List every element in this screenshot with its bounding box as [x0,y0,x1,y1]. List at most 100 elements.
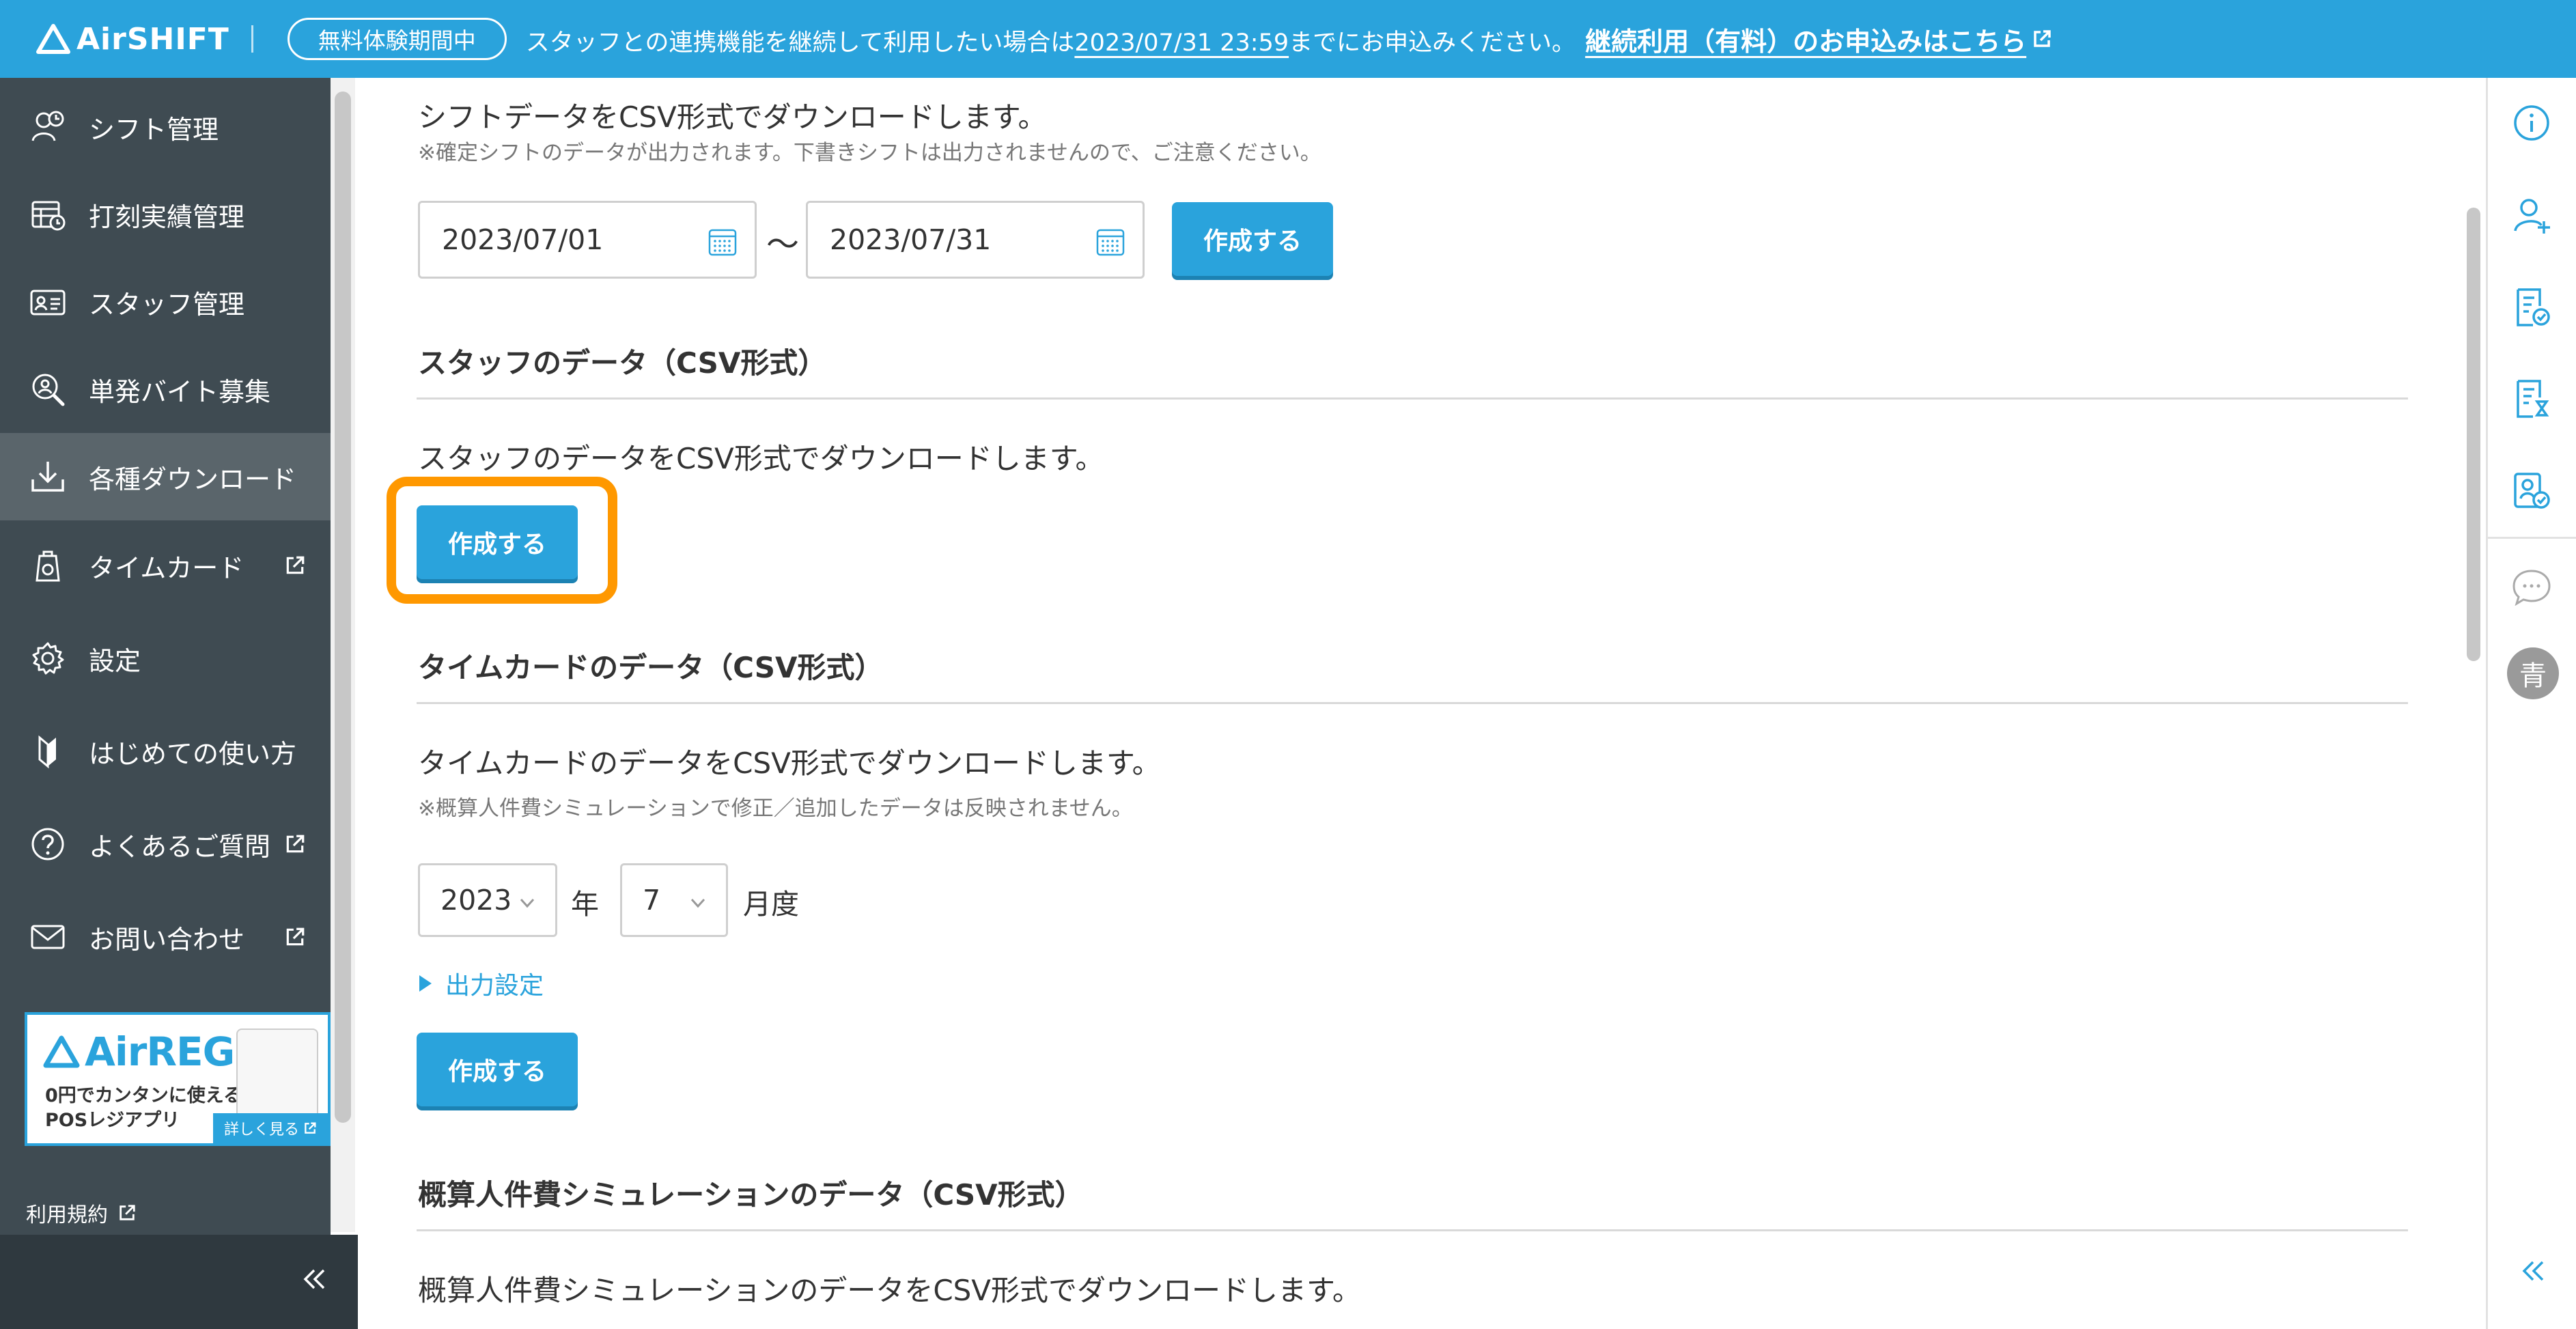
logo-text: AirSHIFT [76,21,229,57]
staff-section-divider [417,397,2408,400]
download-icon [31,462,64,492]
beginner-mark-icon [38,735,56,769]
sidebar-item-label: 各種ダウンロード [89,464,297,494]
airregi-copy-line2: POSレジアプリ [45,1110,180,1131]
right-rail: 青 [2486,78,2576,1329]
sidebar-item-timecard[interactable]: タイムカード [0,522,331,609]
airshift-logo[interactable]: AirSHIFT [36,0,229,78]
collapse-rail-icon[interactable] [2515,1254,2549,1288]
sidebar-item-timestamp[interactable]: 打刻実績管理 [0,171,331,258]
timecard-section-title: タイムカードのデータ（CSV形式） [418,651,884,684]
calendar-icon[interactable] [707,226,738,257]
year-unit: 年 [571,888,599,921]
simulation-section-desc: 概算人件費シミュレーションのデータをCSV形式でダウンロードします。 [418,1274,1361,1307]
external-link-icon [286,927,305,946]
shift-section-note: ※確定シフトのデータが出力されます。下書きシフトは出力されませんので、ご注意くだ… [418,141,1321,165]
sidebar-item-label: 単発バイト募集 [89,376,271,407]
timecard-create-button[interactable]: 作成する [417,1033,578,1106]
question-icon [31,828,64,861]
caret-right-icon [419,975,432,992]
apply-link[interactable]: 継続利用（有料）のお申込みはこちら [1585,20,2052,58]
year-select[interactable]: 2023 [418,863,557,937]
collapse-sidebar-icon[interactable] [296,1262,331,1296]
staff-check-icon[interactable] [2510,468,2553,512]
gear-icon [32,642,64,675]
shift-section-desc: シフトデータをCSV形式でダウンロードします。 [418,100,1047,134]
recruit-search-icon [32,374,65,406]
sidebar-item-label: シフト管理 [89,114,219,145]
simulation-section-divider [417,1229,2408,1231]
sidebar-item-staff[interactable]: スタッフ管理 [0,258,331,346]
terms-link[interactable]: 利用規約 [26,1198,137,1228]
chevron-down-icon [690,898,705,908]
top-banner: AirSHIFT 無料体験期間中 スタッフとの連携機能を継続して利用したい場合は… [0,0,2576,78]
sidebar-item-download[interactable]: 各種ダウンロード [0,433,331,520]
sidebar-item-label: はじめての使い方 [89,738,297,769]
airregi-more-text: 詳しく見る [223,1121,299,1138]
main-scrollbar[interactable] [2467,208,2480,661]
sidebar-item-faq[interactable]: よくあるご質問 [0,800,331,888]
year-select-value: 2023 [440,884,512,917]
timestamp-record-icon [31,201,66,231]
airregi-name: AirREGI [85,1029,249,1075]
external-link-icon [120,1205,135,1220]
trial-badge: 無料体験期間中 [287,18,507,60]
timecard-section-divider [417,702,2408,704]
shift-create-button[interactable]: 作成する [1172,202,1333,276]
rail-divider [2488,537,2576,539]
timecard-icon [36,550,60,582]
external-link-icon [286,835,305,853]
month-select[interactable]: 7 [620,863,728,937]
output-settings-label: 出力設定 [445,972,544,1000]
shift-start-date-input[interactable]: 2023/07/01 [418,201,757,279]
timecard-section-note: ※概算人件費シミュレーションで修正／追加したデータは反映されません。 [418,796,1133,821]
sidebar-item-label: 設定 [89,645,141,676]
sidebar-item-settings[interactable]: 設定 [0,615,331,702]
airregi-promo-banner[interactable]: AirREGI 0円でカンタンに使える POSレジアプリ 詳しく見る [25,1012,331,1146]
end-date-value: 2023/07/31 [830,223,992,256]
sidebar-item-label: タイムカード [89,552,244,583]
simulation-section-title: 概算人件費シミュレーションのデータ（CSV形式） [418,1178,1084,1212]
sidebar-item-label: スタッフ管理 [89,289,245,320]
airregi-more-link[interactable]: 詳しく見る [212,1113,328,1143]
airregi-logo: AirREGI [42,1029,249,1075]
info-icon[interactable] [2510,101,2553,145]
approve-document-icon[interactable] [2510,285,2553,329]
calendar-icon[interactable] [1095,226,1126,257]
sidebar-item-recruit[interactable]: 単発バイト募集 [0,346,331,433]
output-settings-toggle[interactable]: 出力設定 [419,966,544,1001]
user-avatar[interactable]: 青 [2507,647,2559,699]
airshift-logo-icon [36,24,70,54]
sidebar-footer [0,1235,358,1329]
banner-message-before: スタッフとの連携機能を継続して利用したい場合は [525,29,1075,57]
sidebar-item-beginner[interactable]: はじめての使い方 [0,708,331,795]
staff-card-icon [30,290,66,316]
sidebar-item-contact[interactable]: お問い合わせ [0,893,331,981]
date-range-separator: 〜 [766,225,800,264]
sidebar-item-label: お問い合わせ [89,924,245,955]
external-link-icon [2034,30,2051,47]
terms-link-text: 利用規約 [26,1203,108,1227]
banner-message-after: までにお申込みください。 [1289,29,1576,57]
apply-link-text: 継続利用（有料）のお申込みはこちら [1585,26,2027,57]
month-unit: 月度 [743,888,799,921]
airregi-copy-line1: 0円でカンタンに使える [45,1085,242,1106]
mail-icon [31,925,65,949]
shift-end-date-input[interactable]: 2023/07/31 [806,201,1145,279]
pending-document-icon[interactable] [2510,377,2553,421]
add-user-icon[interactable] [2510,194,2553,238]
sidebar: シフト管理 打刻実績管理 スタッフ管理 単発バイト募集 各種ダウンロード タイム… [0,78,331,1329]
start-date-value: 2023/07/01 [442,223,604,256]
banner-message: スタッフとの連携機能を継続して利用したい場合は 2023/07/31 23:59… [526,20,2052,58]
month-select-value: 7 [643,884,661,917]
chat-icon[interactable] [2510,565,2553,609]
staff-create-button[interactable]: 作成する [417,505,578,579]
banner-deadline: 2023/07/31 23:59 [1074,29,1289,57]
sidebar-item-shift[interactable]: シフト管理 [0,83,331,171]
external-link-icon [286,556,305,574]
chevron-down-icon [520,898,535,908]
sidebar-scrollbar[interactable] [335,92,351,1123]
external-link-icon [305,1122,316,1134]
airregi-logo-icon [43,1035,80,1068]
staff-section-title: スタッフのデータ（CSV形式） [418,346,827,380]
